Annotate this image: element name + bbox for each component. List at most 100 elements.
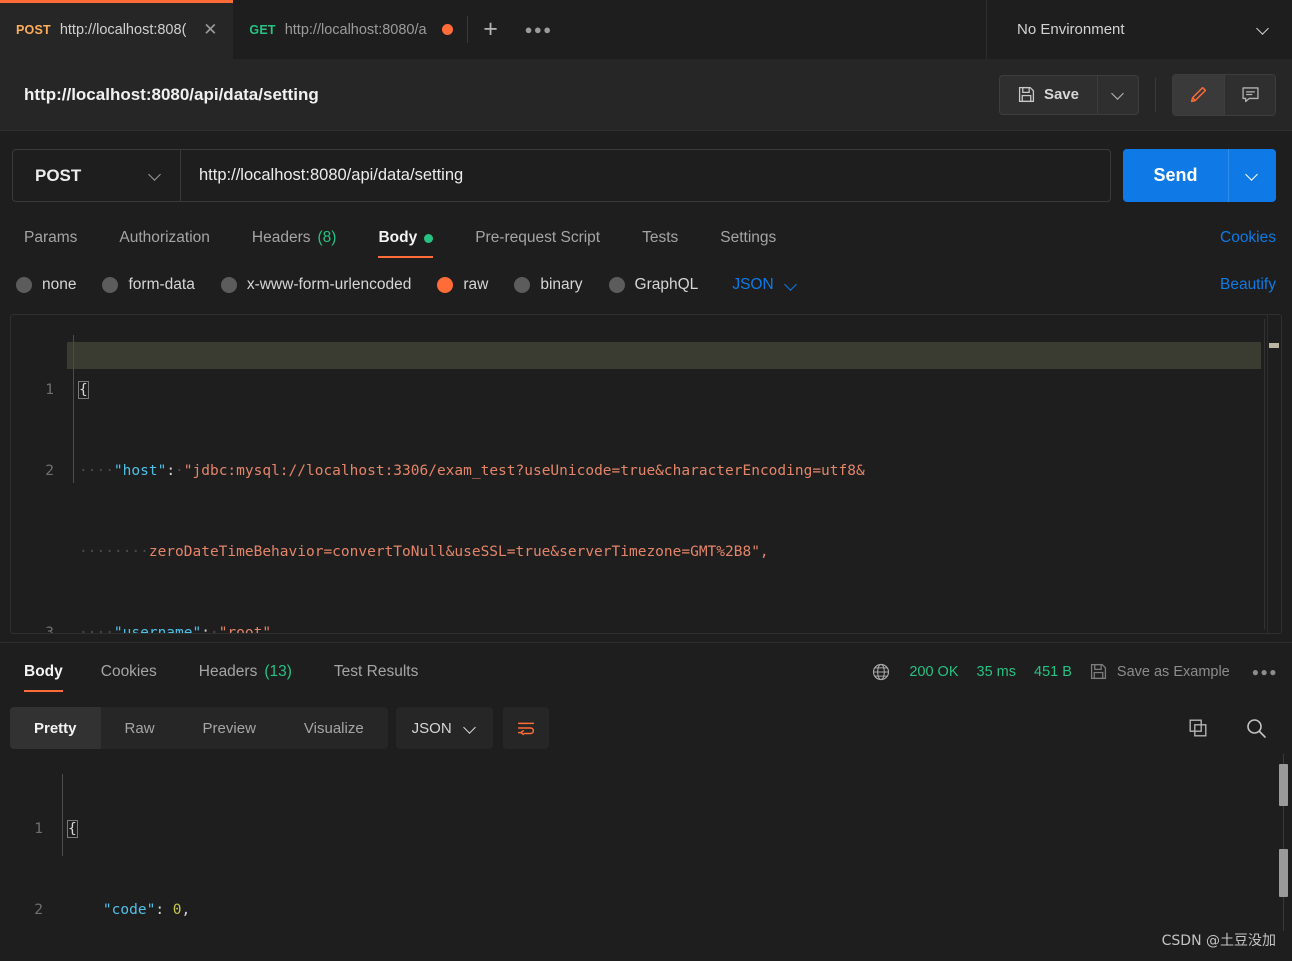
response-scrollbar-thumb[interactable] [1279,764,1288,806]
watermark: CSDN @土豆没加 [1161,933,1276,949]
close-icon[interactable]: ✕ [201,21,219,38]
view-preview[interactable]: Preview [179,707,280,749]
body-type-raw[interactable]: raw [437,276,488,294]
tab-count: (13) [264,663,292,680]
response-content: { "code": 0, "message": "ok" } [67,762,234,961]
request-tab-post[interactable]: POST http://localhost:808( ✕ [0,0,234,59]
code-line-2-wrap: ········zeroDateTimeBehavior=convertToNu… [79,539,1251,566]
tab-options-icon[interactable]: ●●● [514,0,564,59]
search-icon [1247,719,1266,738]
request-tab-get[interactable]: GET http://localhost:8080/a [233,0,466,59]
chevron-down-icon [149,169,162,182]
response-tab-test-results[interactable]: Test Results [334,663,418,692]
new-tab-button[interactable]: + [468,0,514,59]
save-example-floppy-icon [1090,663,1107,681]
colon: : [155,902,165,918]
response-tab-body[interactable]: Body [24,663,63,692]
radio-icon [608,277,625,293]
postman-window: POST http://localhost:808( ✕ GET http://… [0,0,1292,961]
http-method-select[interactable]: POST [13,150,181,201]
status-badge: 200 OK [909,664,959,680]
response-header: Body Cookies Headers (13) Test Results 2… [0,642,1292,692]
radio-icon [220,277,237,293]
copy-icon [1189,719,1207,737]
line-number: 3 [45,625,54,634]
view-raw[interactable]: Raw [101,707,179,749]
open-brace: { [67,820,78,838]
comment-button[interactable] [1224,74,1275,115]
beautify-link[interactable]: Beautify [1220,276,1276,294]
editor-scrollbar[interactable] [1267,315,1281,633]
tab-authorization[interactable]: Authorization [119,229,209,258]
response-line-numbers: 1 2 3 4 [0,762,56,961]
tab-params[interactable]: Params [24,229,77,258]
body-type-label: raw [463,276,489,293]
response-options-icon[interactable]: ●●● [1252,665,1278,679]
indent-dots: ···· [79,463,114,479]
body-type-form-data[interactable]: form-data [102,276,195,294]
tab-label: Headers [198,663,258,680]
save-button-group: Save [998,74,1139,115]
editor-content[interactable]: { ····"host":·"jdbc:mysql://localhost:33… [78,323,1251,634]
save-button[interactable]: Save [998,74,1097,115]
tab-label: Pre-request Script [475,229,601,246]
save-options-button[interactable] [1097,74,1139,115]
view-visualize[interactable]: Visualize [280,707,388,749]
copy-button[interactable] [1176,707,1220,749]
url-input[interactable]: http://localhost:8080/api/data/setting [181,150,1110,201]
body-type-binary[interactable]: binary [514,276,583,294]
environment-selector[interactable]: No Environment [986,0,1292,59]
response-fold-guide [62,774,63,856]
url-box: POST http://localhost:8080/api/data/sett… [12,149,1111,202]
body-type-none[interactable]: none [16,276,76,294]
tab-tests[interactable]: Tests [642,229,678,258]
body-format-select[interactable]: JSON [732,276,797,294]
resp-line-1: { [67,816,234,843]
tab-label: Params [24,229,78,246]
send-button[interactable]: Send [1123,149,1228,202]
tab-label: Authorization [119,229,210,246]
tab-pre-request-script[interactable]: Pre-request Script [475,229,600,258]
colon: : [201,625,210,634]
view-mode-toggle [1172,73,1276,116]
line-number: 1 [34,821,43,837]
send-options-button[interactable] [1228,149,1276,202]
tab-label: Body [24,663,63,680]
response-format-select[interactable]: JSON [395,707,493,749]
body-type-x-www-form-urlencoded[interactable]: x-www-form-urlencoded [220,276,411,294]
cookies-link[interactable]: Cookies [1220,229,1276,258]
code-line-1: { [78,377,1251,404]
response-tab-headers[interactable]: Headers (13) [199,663,292,692]
tab-settings[interactable]: Settings [720,229,776,258]
tab-label: Settings [720,229,777,246]
tab-headers[interactable]: Headers (8) [252,229,337,258]
view-pretty[interactable]: Pretty [10,707,101,749]
floppy-icon [1018,86,1034,103]
url-row: POST http://localhost:8080/api/data/sett… [0,131,1292,202]
save-as-example-button[interactable]: Save as Example [1117,664,1230,680]
response-size: 451 B [1034,664,1072,680]
tab-body[interactable]: Body [378,229,434,258]
response-scrollbar-thumb-2[interactable] [1279,849,1288,897]
save-button-label: Save [1043,86,1079,103]
json-number: 0 [172,902,182,918]
editor-edge-line [1264,319,1265,629]
chevron-down-icon [1246,169,1259,182]
edit-mode-button[interactable] [1173,74,1224,115]
comma: , [271,625,280,634]
request-header: http://localhost:8080/api/data/setting S… [0,59,1292,131]
response-meta: 200 OK 35 ms 451 B Save as Example ●●● [853,662,1278,692]
response-body-viewer[interactable]: 1 2 3 4 { "code": 0, "message": "ok" } [0,754,1292,961]
tab-label: Tests [642,229,679,246]
response-tab-cookies[interactable]: Cookies [101,663,157,692]
space-dot: · [209,625,219,634]
body-type-graphql[interactable]: GraphQL [608,276,698,294]
json-key: "code" [102,902,156,918]
line-number-blank [11,539,54,566]
search-button[interactable] [1234,707,1278,749]
editor-line-numbers: 1 2 3 4 5 [11,323,67,634]
space-dot: · [175,463,184,479]
request-body-editor[interactable]: 1 2 3 4 5 { ····"host":·"jdbc:mysql://lo… [10,314,1282,634]
wrap-lines-button[interactable] [502,707,549,749]
